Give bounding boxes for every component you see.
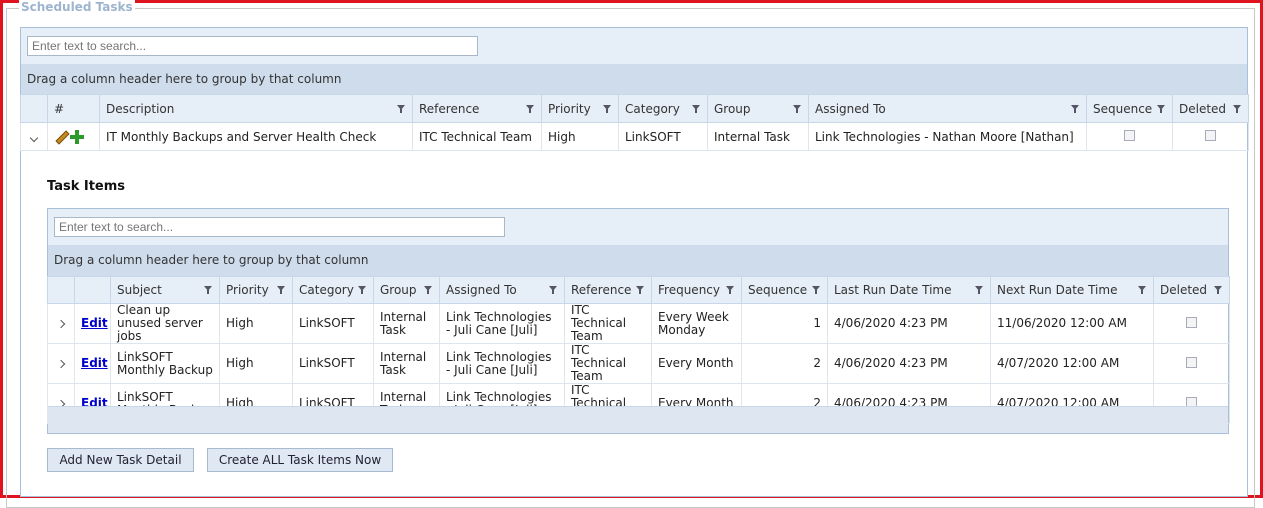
filter-icon[interactable] [424,286,432,294]
filter-icon[interactable] [603,104,611,113]
col-category[interactable]: Category [292,276,374,304]
edit-link[interactable]: Edit [81,316,108,330]
col-expand [47,276,75,304]
outer-search-input[interactable] [27,36,478,56]
filter-icon[interactable] [397,104,405,113]
filter-icon[interactable] [975,286,983,294]
col-description[interactable]: Description [99,94,413,123]
inner-group-panel[interactable]: Drag a column header here to group by th… [48,245,1228,276]
deleted-checkbox[interactable] [1186,356,1197,368]
filter-icon[interactable] [1071,104,1079,113]
cell-category: LinkSOFT [618,122,708,151]
filter-icon[interactable] [1214,286,1222,294]
col-assigned-to[interactable]: Assigned To [439,276,565,304]
col-priority[interactable]: Priority [541,94,619,123]
col-reference[interactable]: Reference [412,94,542,123]
filter-icon[interactable] [204,286,212,294]
cell-priority: High [541,122,619,151]
filter-icon[interactable] [549,286,557,294]
filter-icon[interactable] [1138,286,1146,294]
outer-search-bar [21,28,1247,65]
col-deleted[interactable]: Deleted [1172,94,1249,123]
filter-icon[interactable] [812,286,820,294]
chevron-down-icon[interactable] [29,133,39,142]
sequence-checkbox[interactable] [1124,129,1135,141]
filter-icon[interactable] [526,104,534,113]
table-row[interactable]: Edit Clean up unused server jobs High Li… [47,303,1230,344]
create-all-task-items-button[interactable]: Create ALL Task Items Now [207,448,393,472]
task-items-grid: Drag a column header here to group by th… [47,208,1230,434]
col-sequence[interactable]: Sequence [741,276,828,304]
filter-icon[interactable] [692,104,700,113]
deleted-checkbox[interactable] [1205,129,1216,141]
col-group[interactable]: Group [707,94,809,123]
grid-footer [48,406,1228,433]
col-sequence[interactable]: Sequence [1086,94,1173,123]
col-last-run[interactable]: Last Run Date Time [827,276,991,304]
table-row[interactable]: IT Monthly Backups and Server Health Che… [20,122,1249,151]
col-assigned-to[interactable]: Assigned To [808,94,1087,123]
col-priority[interactable]: Priority [219,276,293,304]
task-items-table: Subject Priority Category Group Assigned… [47,276,1230,424]
outer-table: # Description Reference Priority Categor… [20,94,1249,151]
plus-icon[interactable] [70,129,84,144]
col-next-run[interactable]: Next Run Date Time [990,276,1154,304]
col-expand [20,94,48,123]
inner-search-bar [48,209,1228,246]
filter-icon[interactable] [793,104,801,113]
inner-search-input[interactable] [54,217,505,237]
panel-legend: Scheduled Tasks [19,0,135,14]
col-edit [74,276,111,304]
filter-icon[interactable] [636,286,644,294]
filter-icon[interactable] [726,286,734,294]
cell-description: IT Monthly Backups and Server Health Che… [99,122,413,151]
filter-icon[interactable] [1157,104,1165,113]
chevron-right-icon[interactable] [56,319,66,329]
cell-group: Internal Task [707,122,809,151]
col-category[interactable]: Category [618,94,708,123]
col-deleted[interactable]: Deleted [1153,276,1230,304]
filter-icon[interactable] [277,286,285,294]
filter-icon[interactable] [358,286,366,294]
outer-group-panel[interactable]: Drag a column header here to group by th… [21,64,1247,94]
col-frequency[interactable]: Frequency [651,276,742,304]
col-subject[interactable]: Subject [110,276,220,304]
pencil-icon[interactable] [54,130,68,144]
task-items-title: Task Items [47,179,126,194]
col-reference[interactable]: Reference [564,276,652,304]
col-group[interactable]: Group [373,276,440,304]
cell-reference: ITC Technical Team [412,122,542,151]
deleted-checkbox[interactable] [1186,316,1197,328]
filter-icon[interactable] [1233,104,1241,113]
cell-assigned-to: Link Technologies - Nathan Moore [Nathan… [808,122,1087,151]
chevron-right-icon[interactable] [56,359,66,369]
col-number[interactable]: # [47,94,100,123]
edit-link[interactable]: Edit [81,356,108,370]
table-row[interactable]: Edit LinkSOFT Monthly Backup High LinkSO… [47,343,1230,384]
add-new-task-detail-button[interactable]: Add New Task Detail [47,448,194,472]
